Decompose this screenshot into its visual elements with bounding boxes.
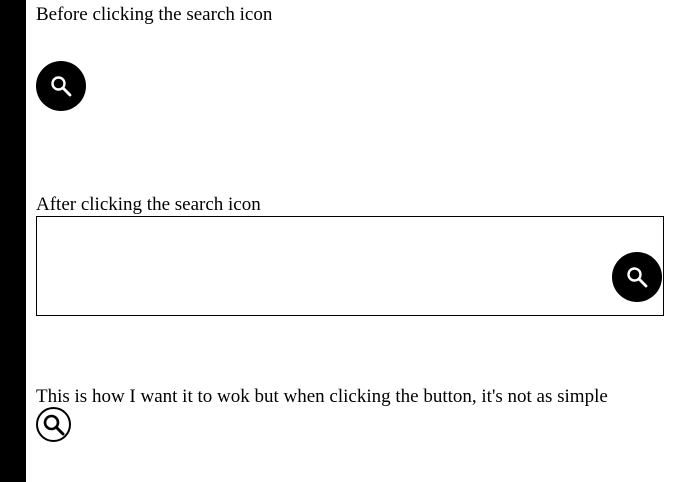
search-button-collapsed[interactable] bbox=[36, 61, 86, 111]
search-input[interactable] bbox=[37, 217, 597, 315]
search-button-outline[interactable] bbox=[36, 407, 71, 442]
after-label: After clicking the search icon bbox=[36, 194, 261, 215]
search-icon bbox=[49, 74, 73, 98]
note-label: This is how I want it to wok but when cl… bbox=[36, 386, 608, 407]
search-icon bbox=[625, 265, 649, 289]
left-edge-bar bbox=[0, 0, 26, 482]
search-button-expanded[interactable] bbox=[612, 252, 662, 302]
expanded-search-box bbox=[36, 216, 664, 316]
before-label: Before clicking the search icon bbox=[36, 4, 273, 25]
search-icon bbox=[41, 412, 67, 438]
